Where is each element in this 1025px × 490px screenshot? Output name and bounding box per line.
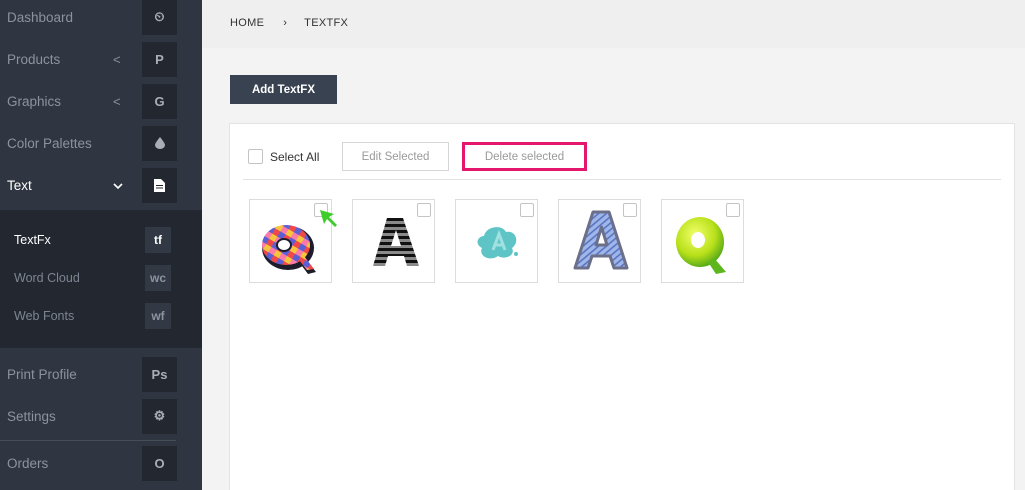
sidebar-item-print-profile[interactable]: Print Profile Ps <box>0 353 202 395</box>
sidebar-item-label: Web Fonts <box>14 309 75 323</box>
sidebar-item-settings[interactable]: Settings ⚙ <box>0 395 202 437</box>
sidebar-item-dashboard[interactable]: Dashboard ⏲ <box>0 0 202 38</box>
textfx-thumbnail[interactable] <box>455 199 538 283</box>
sidebar-item-label: Color Palettes <box>7 135 92 151</box>
textfx-thumbnail[interactable] <box>352 199 435 283</box>
item-checkbox[interactable] <box>726 203 740 217</box>
dashboard-icon: ⏲ <box>142 0 177 35</box>
web-fonts-badge-icon: wf <box>145 303 171 329</box>
green-pointer-icon <box>320 210 337 227</box>
breadcrumb-current: TEXTFX <box>304 17 349 29</box>
sidebar-item-products[interactable]: Products < P <box>0 38 202 80</box>
item-checkbox[interactable] <box>520 203 534 217</box>
sidebar-item-word-cloud[interactable]: Word Cloud wc <box>0 261 202 297</box>
chevron-left-icon: < <box>113 51 121 67</box>
orders-badge-icon: O <box>142 445 177 481</box>
textfx-badge-icon: tf <box>145 227 171 253</box>
gear-icon: ⚙ <box>142 398 177 434</box>
sidebar-item-label: Products <box>7 51 61 67</box>
sidebar-item-label: Dashboard <box>7 9 74 25</box>
chevron-down-icon <box>113 178 123 193</box>
print-profile-badge-icon: Ps <box>142 356 177 392</box>
select-all-label: Select All <box>270 149 320 164</box>
panel-divider <box>243 179 1001 180</box>
drop-icon <box>142 125 177 161</box>
sidebar-item-label: Orders <box>7 455 49 471</box>
panel-toolbar: Select All Edit Selected Delete selected <box>230 124 1014 180</box>
item-checkbox[interactable] <box>623 203 637 217</box>
textfx-thumbnail[interactable] <box>249 199 337 283</box>
breadcrumb-separator-icon: › <box>283 17 288 29</box>
delete-selected-button[interactable]: Delete selected <box>462 142 587 171</box>
textfx-thumbnail[interactable] <box>558 199 641 283</box>
checkbox[interactable] <box>248 149 263 164</box>
graphics-badge-icon: G <box>142 83 177 119</box>
sidebar-item-web-fonts[interactable]: Web Fonts wf <box>0 299 202 335</box>
item-checkbox[interactable] <box>417 203 431 217</box>
sidebar-item-label: Print Profile <box>7 366 77 382</box>
textfx-panel: Select All Edit Selected Delete selected <box>229 123 1015 490</box>
sidebar-item-label: Word Cloud <box>14 271 80 285</box>
sidebar-divider <box>0 440 176 441</box>
edit-selected-button[interactable]: Edit Selected <box>342 142 449 171</box>
sidebar-item-label: Graphics <box>7 93 62 109</box>
sidebar-item-text[interactable]: Text <box>0 164 202 206</box>
chevron-left-icon: < <box>113 93 121 109</box>
word-cloud-badge-icon: wc <box>145 265 171 291</box>
sidebar-item-label: TextFx <box>14 233 51 247</box>
breadcrumb: HOME › TEXTFX <box>230 17 348 29</box>
products-badge-icon: P <box>142 41 177 77</box>
sidebar: Dashboard ⏲ Products < P Graphics < G Co… <box>0 0 202 490</box>
sidebar-item-orders[interactable]: Orders O <box>0 442 202 484</box>
sidebar-item-label: Text <box>7 177 32 193</box>
select-all-checkbox[interactable]: Select All <box>248 149 319 164</box>
sidebar-item-textfx[interactable]: TextFx tf <box>0 223 202 259</box>
add-textfx-button[interactable]: Add TextFX <box>230 75 337 104</box>
breadcrumb-home[interactable]: HOME <box>230 17 264 29</box>
main-content: Add TextFX Select All Edit Selected Dele… <box>202 48 1025 490</box>
sidebar-item-graphics[interactable]: Graphics < G <box>0 80 202 122</box>
text-submenu: TextFx tf Word Cloud wc Web Fonts wf <box>0 210 202 348</box>
textfx-thumbnail[interactable] <box>661 199 744 283</box>
sidebar-item-color-palettes[interactable]: Color Palettes <box>0 122 202 164</box>
top-bar: HOME › TEXTFX <box>202 0 1025 48</box>
document-icon <box>142 167 177 203</box>
sidebar-item-label: Settings <box>7 408 56 424</box>
